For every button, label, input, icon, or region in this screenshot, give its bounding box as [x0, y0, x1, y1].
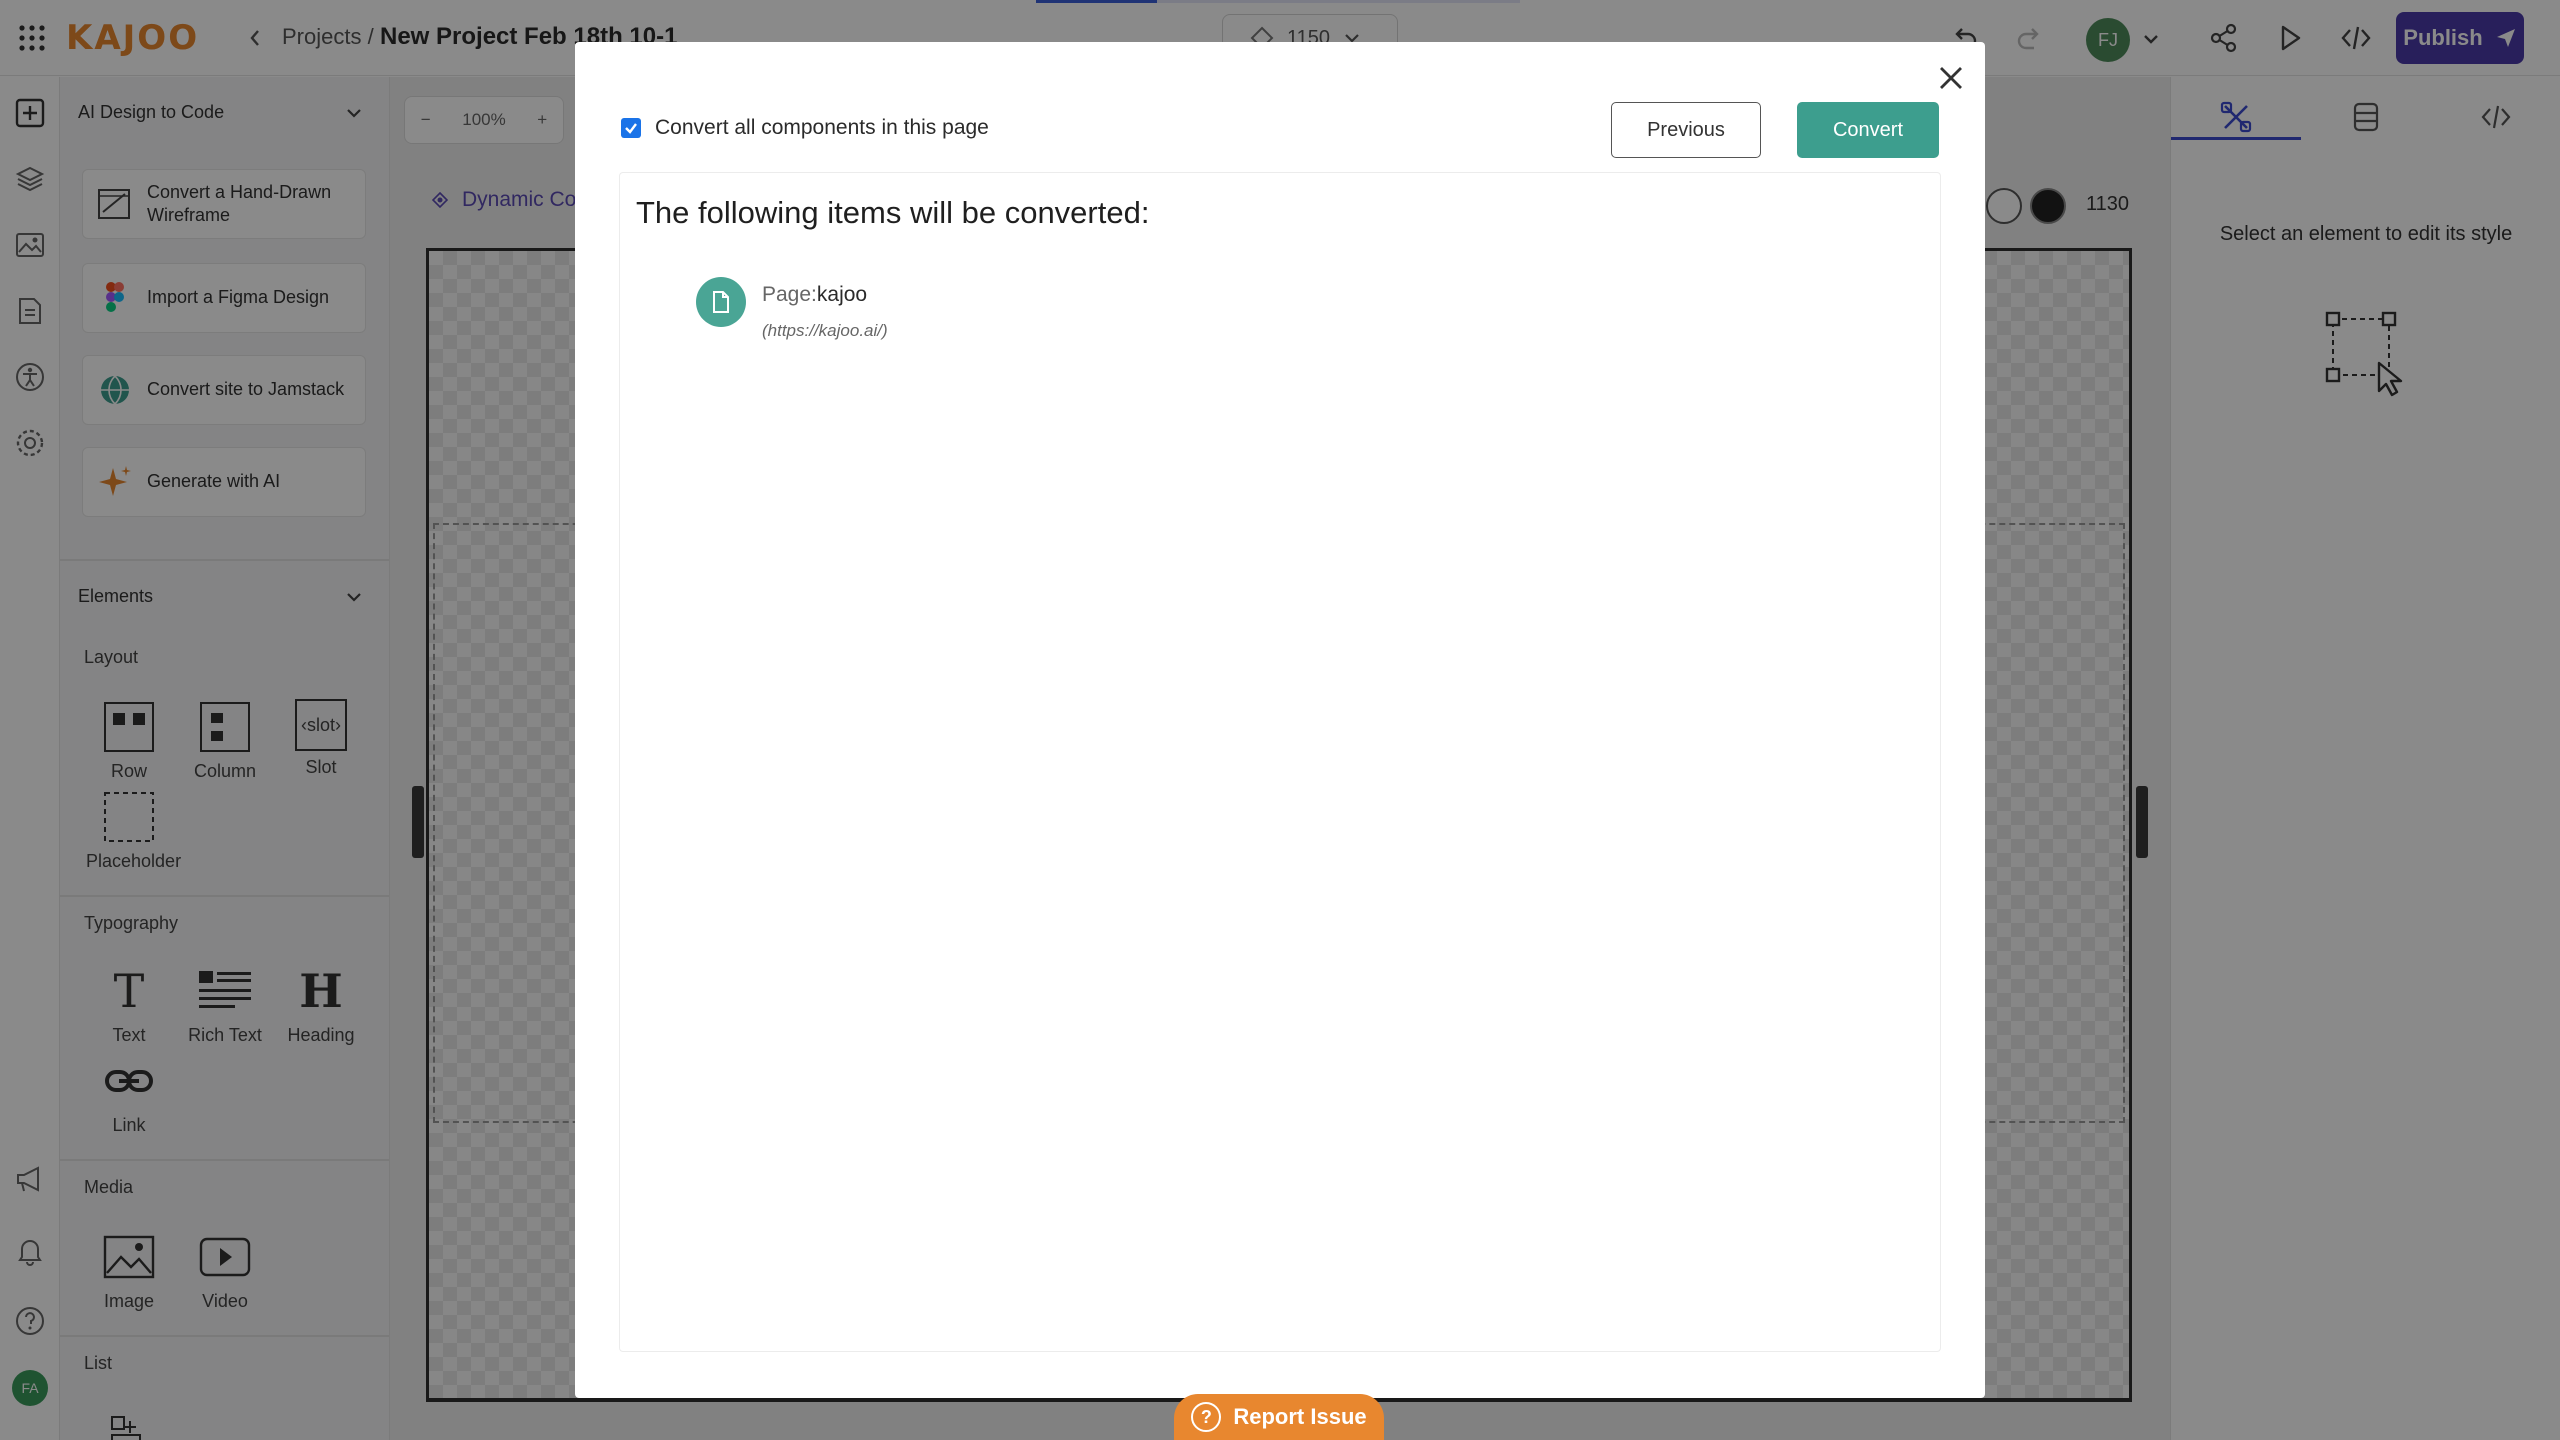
- page-file-icon: [696, 277, 746, 327]
- close-icon[interactable]: [1931, 58, 1971, 98]
- item-type-label: Page:: [762, 283, 817, 306]
- report-issue-button[interactable]: ? Report Issue: [1174, 1394, 1384, 1440]
- convert-all-checkbox[interactable]: [621, 118, 641, 138]
- convert-all-option[interactable]: Convert all components in this page: [621, 116, 989, 140]
- conversion-item: Page:kajoo: [762, 283, 867, 307]
- convert-dialog: Convert all components in this page Prev…: [575, 42, 1985, 1398]
- check-icon: [625, 123, 637, 134]
- item-url: (https://kajoo.ai/): [762, 321, 888, 340]
- report-issue-label: Report Issue: [1233, 1404, 1367, 1429]
- convert-all-label: Convert all components in this page: [655, 116, 989, 139]
- previous-button[interactable]: Previous: [1611, 102, 1761, 158]
- help-circle-icon: ?: [1191, 1402, 1222, 1432]
- conversion-heading: The following items will be converted:: [636, 195, 1150, 230]
- item-name: kajoo: [816, 283, 868, 306]
- conversion-list: The following items will be converted: P…: [619, 172, 1941, 1352]
- convert-button[interactable]: Convert: [1797, 102, 1939, 158]
